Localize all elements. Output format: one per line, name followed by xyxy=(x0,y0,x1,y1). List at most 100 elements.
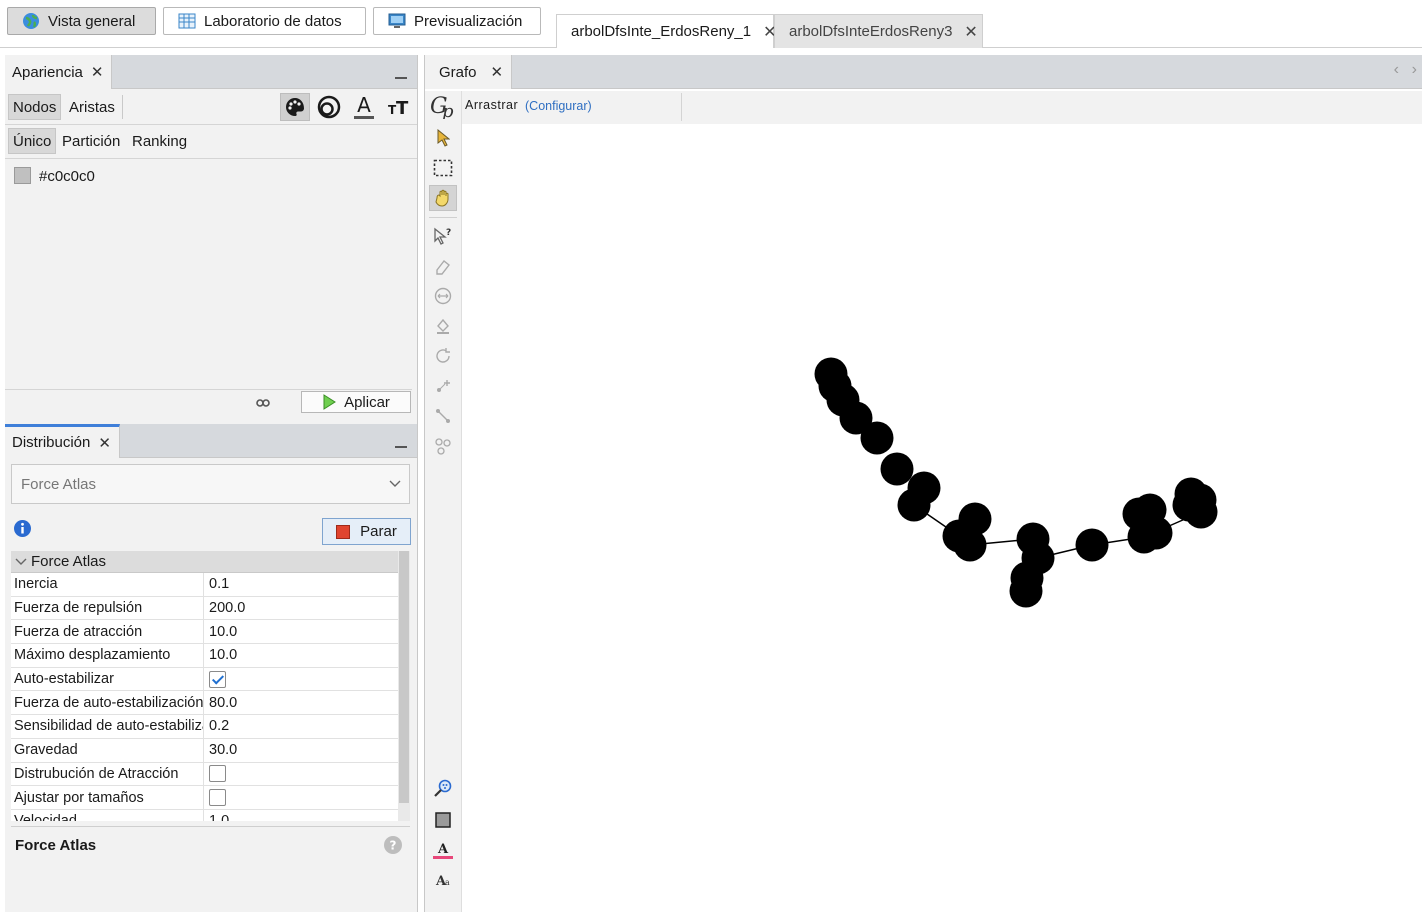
tab-graph[interactable]: Grafo ✕ xyxy=(425,55,513,89)
graph-tools-toolbar: Gp ? A Aa xyxy=(425,91,462,912)
stop-button[interactable]: Parar xyxy=(322,518,411,545)
color-swatch[interactable] xyxy=(14,167,31,184)
gephi-logo-icon: Gp xyxy=(429,93,457,119)
property-name: Fuerza de auto-estabilización xyxy=(11,691,204,715)
bucket-icon[interactable] xyxy=(429,313,457,339)
doc-tab-active[interactable]: arbolDfsInte_ErdosReny_1 ✕ xyxy=(556,14,777,48)
property-value[interactable]: 30.0 xyxy=(204,742,237,758)
property-row: Ajustar por tamaños xyxy=(11,786,398,810)
svg-text:a: a xyxy=(445,878,450,887)
monitor-icon xyxy=(388,13,406,28)
table-icon xyxy=(178,13,196,29)
svg-text:p: p xyxy=(442,101,454,119)
mode-label: Arrastrar xyxy=(465,98,519,112)
apply-button[interactable]: Aplicar xyxy=(301,391,411,413)
graph-node[interactable] xyxy=(880,452,914,486)
svg-text:?: ? xyxy=(390,839,397,853)
graph-node[interactable] xyxy=(1139,516,1173,550)
property-value[interactable]: 10.0 xyxy=(204,624,237,640)
property-name: Distrubución de Atracción xyxy=(11,762,204,786)
preview-button[interactable]: Previsualización xyxy=(373,7,541,35)
property-value[interactable]: 0.2 xyxy=(204,718,229,734)
sizer-icon[interactable] xyxy=(429,283,457,309)
property-value-cell xyxy=(204,789,226,807)
graph-canvas[interactable] xyxy=(462,124,1422,912)
graph-visualization[interactable] xyxy=(462,124,1422,912)
overview-button[interactable]: Vista general xyxy=(7,7,156,35)
tab-partition[interactable]: Partición xyxy=(58,128,124,154)
label-color-icon[interactable]: A xyxy=(349,93,379,121)
stop-label: Parar xyxy=(360,523,397,540)
property-name: Fuerza de repulsión xyxy=(11,596,204,620)
background-color-icon[interactable] xyxy=(429,807,457,833)
property-value[interactable]: 0.1 xyxy=(204,576,229,592)
layout-algorithm-select[interactable]: Force Atlas xyxy=(11,464,410,504)
layout-title: Distribución xyxy=(12,434,91,451)
tab-layout[interactable]: Distribución ✕ xyxy=(5,424,120,458)
property-checkbox[interactable] xyxy=(209,670,226,688)
property-row: Fuerza de repulsión 200.0 xyxy=(11,596,398,621)
tab-ranking[interactable]: Ranking xyxy=(128,128,191,154)
scrollbar-thumb[interactable] xyxy=(399,551,409,803)
properties-scrollbar[interactable] xyxy=(398,551,410,821)
property-rows: Inercia 0.1 Fuerza de repulsión 200.0 Fuerza… xyxy=(11,573,398,821)
tab-unique[interactable]: Único xyxy=(8,128,57,154)
overview-label: Vista general xyxy=(48,12,136,30)
rotate-icon[interactable] xyxy=(429,343,457,369)
graph-node[interactable] xyxy=(1075,528,1109,562)
zoom-icon[interactable] xyxy=(429,775,457,801)
size-icon[interactable] xyxy=(314,93,344,121)
graph-node[interactable] xyxy=(953,528,987,562)
divider xyxy=(122,95,123,119)
label-size-icon[interactable]: TT xyxy=(384,93,414,121)
graph-title: Grafo xyxy=(439,63,477,81)
divider xyxy=(11,826,410,827)
close-icon[interactable]: ✕ xyxy=(964,22,977,42)
properties-group-header[interactable]: Force Atlas xyxy=(11,551,398,573)
property-value[interactable]: 1.0 xyxy=(204,813,229,821)
svg-text:A: A xyxy=(437,842,449,857)
property-value[interactable]: 200.0 xyxy=(204,600,245,616)
link-icon[interactable] xyxy=(256,398,270,408)
label-color-icon[interactable]: A xyxy=(429,837,457,863)
data-lab-button[interactable]: Laboratorio de datos xyxy=(163,7,366,35)
close-icon[interactable]: ✕ xyxy=(491,63,504,81)
graph-node[interactable] xyxy=(1172,488,1206,522)
properties-group-label: Force Atlas xyxy=(31,553,107,570)
property-checkbox[interactable] xyxy=(209,789,226,807)
info-icon[interactable] xyxy=(13,519,32,538)
tab-appearance[interactable]: Apariencia ✕ xyxy=(5,55,113,89)
graph-mode-bar: Arrastrar (Configurar) xyxy=(462,91,1422,124)
property-name: Ajustar por tamaños xyxy=(11,786,204,809)
add-node-icon[interactable] xyxy=(429,373,457,399)
layout-algorithm-value: Force Atlas xyxy=(21,475,97,493)
drag-hand-icon[interactable] xyxy=(429,185,457,211)
minimize-icon[interactable] xyxy=(395,67,407,79)
property-name: Inercia xyxy=(11,573,204,596)
tab-nodes[interactable]: Nodos xyxy=(8,94,62,120)
pointer-icon[interactable] xyxy=(429,125,457,151)
property-value[interactable]: 10.0 xyxy=(204,647,237,663)
label-font-icon[interactable]: Aa xyxy=(429,867,457,893)
rectangle-select-icon[interactable] xyxy=(429,155,457,181)
edit-pointer-icon[interactable]: ? xyxy=(429,223,457,249)
doc-tab-inactive[interactable]: arbolDfsInteErdosReny3 ✕ xyxy=(774,14,983,48)
minimize-icon[interactable] xyxy=(395,436,407,448)
help-icon[interactable]: ? xyxy=(383,835,403,855)
property-checkbox[interactable] xyxy=(209,765,226,783)
chevron-left-icon[interactable]: ‹ xyxy=(1394,61,1399,79)
graph-node[interactable] xyxy=(897,488,931,522)
doc-tab-label: arbolDfsInte_ErdosReny_1 xyxy=(571,23,752,40)
property-value[interactable]: 80.0 xyxy=(204,695,237,711)
painter-icon[interactable] xyxy=(429,253,457,279)
graph-node[interactable] xyxy=(860,421,894,455)
shortest-path-icon[interactable] xyxy=(429,433,457,459)
add-edge-icon[interactable] xyxy=(429,403,457,429)
tab-edges[interactable]: Aristas xyxy=(65,94,119,120)
configure-link[interactable]: (Configurar) xyxy=(525,99,592,113)
close-icon[interactable]: ✕ xyxy=(98,434,111,452)
graph-node[interactable] xyxy=(1009,574,1043,608)
close-icon[interactable]: ✕ xyxy=(91,63,104,81)
chevron-right-icon[interactable]: › xyxy=(1412,61,1417,79)
color-palette-icon[interactable] xyxy=(280,93,310,121)
